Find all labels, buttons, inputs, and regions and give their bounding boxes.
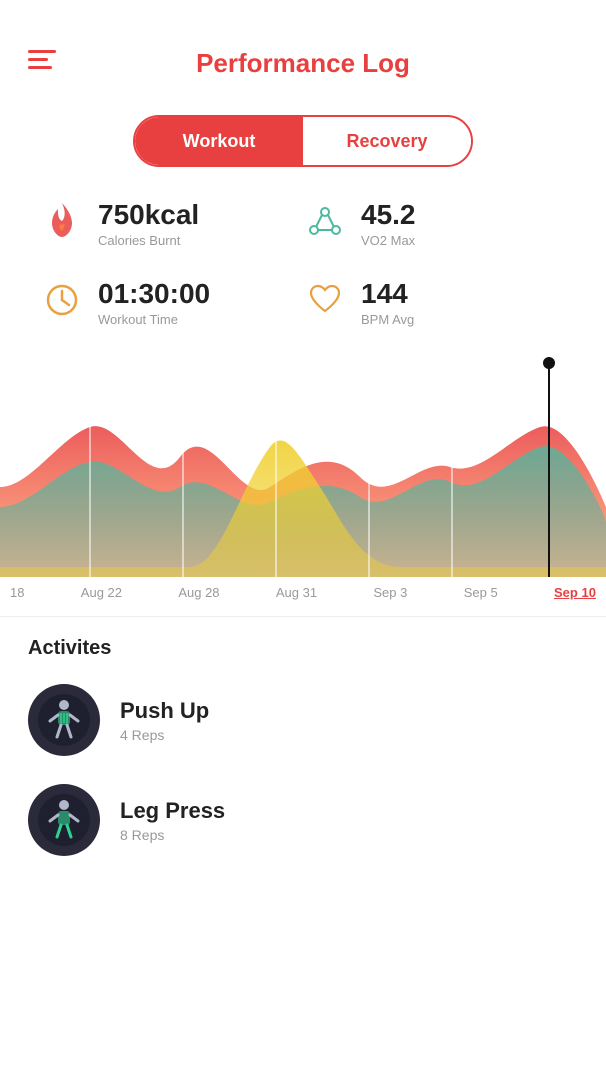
time-value: 01:30:00 <box>98 278 210 310</box>
stats-grid: 750kcal Calories Burnt 45.2 VO2 Max <box>0 199 606 357</box>
activities-section: Activites Push <box>0 637 606 856</box>
flame-icon <box>40 199 84 243</box>
activity-detail-second: 8 Reps <box>120 827 225 843</box>
bpm-value: 144 <box>361 278 414 310</box>
x-label-sep10[interactable]: Sep 10 <box>554 585 596 600</box>
toggle-container: Workout Recovery <box>133 115 473 167</box>
performance-chart[interactable] <box>0 357 606 577</box>
clock-icon <box>40 278 84 322</box>
vo2-value: 45.2 <box>361 199 416 231</box>
x-label-aug31: Aug 31 <box>276 585 317 600</box>
activity-item-second[interactable]: Leg Press 8 Reps <box>28 784 578 856</box>
header: Performance Log <box>0 0 606 99</box>
stat-calories: 750kcal Calories Burnt <box>40 199 303 248</box>
activities-title: Activites <box>28 637 578 660</box>
time-label: Workout Time <box>98 312 210 327</box>
activity-avatar-pushup <box>28 684 100 756</box>
activity-name-second: Leg Press <box>120 798 225 824</box>
stat-bpm: 144 BPM Avg <box>303 278 566 327</box>
activity-name-pushup: Push Up <box>120 698 209 724</box>
x-label-aug28: Aug 28 <box>178 585 219 600</box>
heart-icon <box>303 278 347 322</box>
stat-vo2: 45.2 VO2 Max <box>303 199 566 248</box>
divider <box>0 616 606 617</box>
x-label-18: 18 <box>10 585 24 600</box>
x-label-sep5: Sep 5 <box>464 585 498 600</box>
bpm-label: BPM Avg <box>361 312 414 327</box>
molecule-icon <box>303 199 347 243</box>
calories-value: 750kcal <box>98 199 199 231</box>
x-axis-labels: 18 Aug 22 Aug 28 Aug 31 Sep 3 Sep 5 Sep … <box>0 577 606 600</box>
x-label-aug22: Aug 22 <box>81 585 122 600</box>
tab-toggle: Workout Recovery <box>0 115 606 167</box>
vo2-label: VO2 Max <box>361 233 416 248</box>
activity-item-pushup[interactable]: Push Up 4 Reps <box>28 684 578 756</box>
activity-detail-pushup: 4 Reps <box>120 727 209 743</box>
activity-avatar-second <box>28 784 100 856</box>
menu-button[interactable] <box>28 50 56 69</box>
x-label-sep3: Sep 3 <box>373 585 407 600</box>
tab-recovery[interactable]: Recovery <box>303 117 471 165</box>
page-title: Performance Log <box>196 48 410 79</box>
calories-label: Calories Burnt <box>98 233 199 248</box>
tab-workout[interactable]: Workout <box>135 117 303 165</box>
stat-time: 01:30:00 Workout Time <box>40 278 303 327</box>
